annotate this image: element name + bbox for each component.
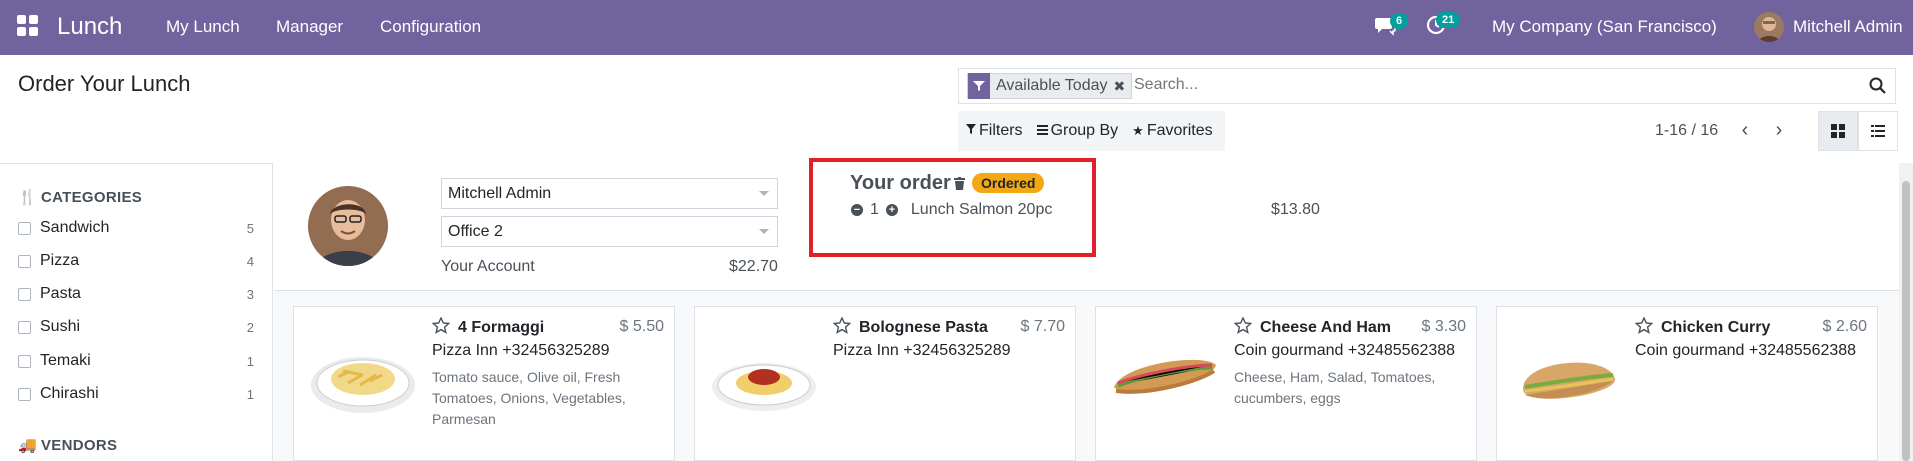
filter-icon [966, 122, 976, 140]
utensils-icon: 🍴 [18, 189, 37, 206]
product-name: Cheese And Ham [1260, 319, 1391, 336]
category-temaki[interactable]: Temaki 1 [18, 351, 254, 371]
groupby-button[interactable]: Group By [1036, 122, 1119, 140]
baguette-sandwich-image [1110, 337, 1220, 421]
search-icon[interactable] [1869, 77, 1887, 95]
pager-previous-icon[interactable]: ‹ [1735, 118, 1755, 142]
product-card[interactable]: Cheese And Ham $ 3.30 Coin gourmand +324… [1095, 306, 1477, 461]
categories-header: 🍴 CATEGORIES [18, 189, 143, 206]
checkbox[interactable] [18, 387, 31, 401]
category-sandwich[interactable]: Sandwich 5 [18, 218, 254, 238]
list-icon [1036, 122, 1048, 140]
user-photo [308, 186, 388, 266]
product-description: Tomato sauce, Olive oil, Fresh Tomatoes,… [432, 369, 626, 427]
user-menu[interactable]: Mitchell Admin [1793, 17, 1903, 37]
apps-grid-icon[interactable] [17, 15, 38, 36]
facet-remove-icon[interactable]: ✖ [1114, 78, 1132, 95]
truck-icon: 🚚 [18, 437, 37, 454]
favorite-star-icon[interactable] [431, 316, 451, 335]
facet-label: Available Today [996, 77, 1108, 94]
checkbox[interactable] [18, 354, 31, 368]
checkbox[interactable] [18, 287, 31, 301]
product-price: $ 2.60 [1822, 318, 1867, 335]
groupby-label: Group By [1050, 122, 1119, 139]
checkbox[interactable] [18, 320, 31, 334]
order-line-price: $13.80 [1271, 201, 1320, 218]
category-pasta[interactable]: Pasta 3 [18, 284, 254, 304]
category-pizza[interactable]: Pizza 4 [18, 251, 254, 271]
search-bar[interactable]: Available Today ✖ [958, 68, 1896, 104]
product-vendor: Coin gourmand +32485562388 [1234, 342, 1456, 359]
menu-my-lunch[interactable]: My Lunch [166, 17, 240, 37]
product-price: $ 7.70 [1020, 318, 1065, 335]
top-navbar: Lunch My Lunch Manager Configuration 6 2… [0, 0, 1913, 55]
filters-button[interactable]: Filters [966, 122, 1023, 140]
star-icon: ★ [1132, 123, 1144, 138]
company-switcher[interactable]: My Company (San Francisco) [1492, 17, 1717, 37]
bolognese-plate-image [709, 337, 819, 421]
product-card[interactable]: Bolognese Pasta $ 7.70 Pizza Inn +324563… [694, 306, 1076, 461]
favorites-button[interactable]: ★ Favorites [1132, 122, 1212, 140]
messages-badge: 6 [1390, 13, 1409, 29]
scrollbar[interactable] [1899, 163, 1913, 461]
product-price: $ 5.50 [619, 318, 664, 335]
checkbox[interactable] [18, 221, 31, 235]
filter-icon [968, 73, 990, 99]
product-name: Chicken Curry [1661, 319, 1771, 336]
product-vendor: Coin gourmand +32485562388 [1635, 342, 1857, 359]
page-title: Order Your Lunch [18, 71, 191, 96]
product-card[interactable]: 4 Formaggi $ 5.50 Pizza Inn +32456325289… [293, 306, 675, 461]
category-chirashi[interactable]: Chirashi 1 [18, 384, 254, 404]
category-sushi[interactable]: Sushi 2 [18, 317, 254, 337]
search-facet: Available Today ✖ [967, 73, 1133, 99]
search-input[interactable] [1134, 76, 1834, 94]
account-label: Your Account [441, 258, 535, 275]
search-options: Filters Group By ★ Favorites [958, 111, 1225, 151]
product-card[interactable]: Chicken Curry $ 2.60 Coin gourmand +3248… [1496, 306, 1878, 461]
pager-value[interactable]: 1-16 / 16 [1655, 122, 1718, 140]
favorite-star-icon[interactable] [1634, 316, 1654, 335]
product-vendor: Pizza Inn +32456325289 [432, 342, 610, 359]
vendors-header: 🚚 VENDORS [18, 437, 118, 454]
menu-manager[interactable]: Manager [276, 17, 343, 37]
kanban-view-button[interactable] [1818, 111, 1858, 151]
pager-next-icon[interactable]: › [1769, 118, 1789, 142]
highlight-box [809, 158, 1096, 257]
product-vendor: Pizza Inn +32456325289 [833, 342, 1011, 359]
user-avatar[interactable] [1754, 12, 1784, 42]
chevron-down-icon [759, 229, 769, 234]
filters-label: Filters [979, 122, 1023, 139]
search-panel: 🍴 CATEGORIES Sandwich 5 Pizza 4 Pasta 3 Sush… [0, 163, 273, 461]
bun-sandwich-image [1511, 337, 1621, 421]
checkbox[interactable] [18, 254, 31, 268]
product-description: Cheese, Ham, Salad, Tomatoes, cucumbers,… [1234, 369, 1436, 406]
location-select[interactable]: Office 2 [441, 216, 778, 247]
product-name: 4 Formaggi [458, 319, 545, 336]
chevron-down-icon [759, 191, 769, 196]
product-name: Bolognese Pasta [859, 319, 988, 336]
pasta-plate-image [308, 337, 418, 421]
app-name[interactable]: Lunch [57, 13, 122, 41]
product-price: $ 3.30 [1421, 318, 1466, 335]
scrollbar-thumb[interactable] [1902, 181, 1910, 461]
favorites-label: Favorites [1146, 122, 1213, 139]
activities-badge: 21 [1436, 12, 1461, 28]
favorite-star-icon[interactable] [832, 316, 852, 335]
list-view-button[interactable] [1858, 111, 1898, 151]
menu-configuration[interactable]: Configuration [380, 17, 481, 37]
user-select[interactable]: Mitchell Admin [441, 178, 778, 209]
account-balance: $22.70 [729, 258, 778, 275]
favorite-star-icon[interactable] [1233, 316, 1253, 335]
